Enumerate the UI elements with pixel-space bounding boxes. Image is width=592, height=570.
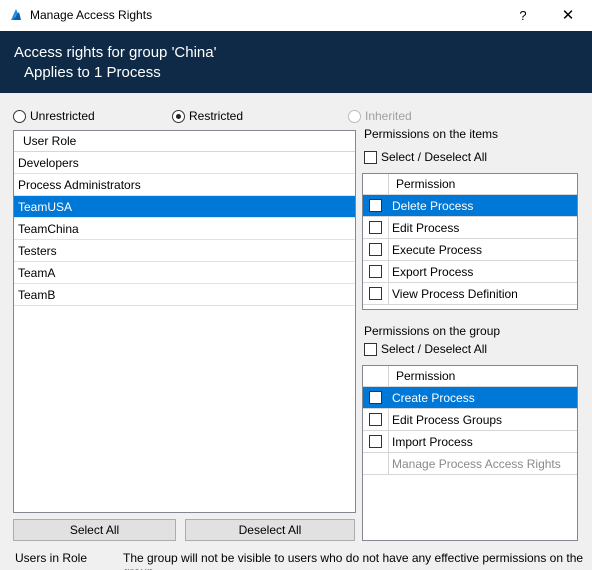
list-item[interactable]: TeamA	[14, 262, 355, 284]
header-subtitle: Applies to 1 Process	[24, 64, 161, 81]
close-icon: ✕	[561, 7, 575, 24]
permission-label: Create Process	[392, 391, 475, 405]
permission-row[interactable]: Execute Process	[363, 239, 577, 261]
close-button[interactable]: ✕	[552, 0, 584, 31]
permission-label: View Process Definition	[392, 287, 518, 301]
checkbox-icon[interactable]	[369, 265, 382, 278]
grid-header: Permission	[363, 366, 577, 387]
grid-header: Permission	[363, 174, 577, 195]
permission-row-selected[interactable]: Delete Process	[363, 195, 577, 217]
checkbox-icon[interactable]	[369, 435, 382, 448]
app-logo-icon	[11, 9, 21, 20]
group-permissions-grid[interactable]: Permission Create Process Edit Process G…	[362, 365, 578, 541]
visibility-notice: The group will not be visible to users w…	[123, 551, 584, 570]
permission-row[interactable]: View Process Definition	[363, 283, 577, 305]
checkbox-icon[interactable]	[369, 243, 382, 256]
permission-row[interactable]: Import Process	[363, 431, 577, 453]
deselect-all-button[interactable]: Deselect All	[185, 519, 355, 541]
title-bar: Manage Access Rights ? ✕	[0, 0, 592, 31]
checkbox-icon[interactable]	[369, 413, 382, 426]
header-title: Access rights for group 'China'	[14, 44, 217, 61]
checkbox-icon	[364, 150, 377, 164]
checkbox-icon[interactable]	[369, 391, 382, 404]
item-permissions-label: Permissions on the items	[364, 127, 499, 141]
checkbox-icon[interactable]	[369, 221, 382, 234]
list-column-header[interactable]: User Role	[14, 131, 355, 152]
list-item[interactable]: Process Administrators	[14, 174, 355, 196]
checkbox-icon	[364, 342, 377, 356]
item-permissions-grid[interactable]: Permission Delete Process Edit Process E…	[362, 173, 578, 310]
permission-row[interactable]: Export Process	[363, 261, 577, 283]
header-banner: Access rights for group 'China' Applies …	[0, 31, 592, 93]
list-item[interactable]: TeamB	[14, 284, 355, 306]
radio-label: Inherited	[365, 109, 412, 123]
checkbox-label: Select / Deselect All	[381, 342, 488, 356]
permission-row-disabled: Manage Process Access Rights	[363, 453, 577, 475]
user-role-list[interactable]: User Role Developers Process Administrat…	[13, 130, 356, 513]
select-all-button[interactable]: Select All	[13, 519, 176, 541]
window-title: Manage Access Rights	[30, 8, 153, 22]
help-button[interactable]: ?	[508, 0, 538, 31]
radio-unrestricted[interactable]: Unrestricted	[13, 109, 95, 123]
users-in-role-label: Users in Role	[15, 551, 88, 565]
checkbox-label: Select / Deselect All	[381, 150, 488, 164]
radio-checked-icon	[172, 109, 185, 123]
list-item[interactable]: Developers	[14, 152, 355, 174]
permission-label: Edit Process Groups	[392, 413, 503, 427]
group-select-deselect-checkbox[interactable]: Select / Deselect All	[364, 342, 487, 356]
checkbox-icon[interactable]	[369, 287, 382, 300]
group-permissions-label: Permissions on the group	[364, 324, 501, 338]
radio-inherited: Inherited	[348, 109, 412, 123]
radio-label: Unrestricted	[30, 109, 95, 123]
permission-row[interactable]: Edit Process	[363, 217, 577, 239]
permission-label: Import Process	[392, 435, 473, 449]
permission-label: Edit Process	[392, 221, 460, 235]
radio-circle-icon	[348, 109, 361, 123]
grid-column-header[interactable]: Permission	[389, 174, 455, 194]
list-item-selected[interactable]: TeamUSA	[14, 196, 355, 218]
item-select-deselect-checkbox[interactable]: Select / Deselect All	[364, 150, 487, 164]
radio-restricted[interactable]: Restricted	[172, 109, 243, 123]
grid-column-header[interactable]: Permission	[389, 366, 455, 386]
checkbox-icon[interactable]	[369, 199, 382, 212]
permission-label: Execute Process	[392, 243, 483, 257]
permission-label: Manage Process Access Rights	[392, 457, 561, 471]
permission-row-selected[interactable]: Create Process	[363, 387, 577, 409]
list-item[interactable]: TeamChina	[14, 218, 355, 240]
list-item[interactable]: Testers	[14, 240, 355, 262]
permission-label: Export Process	[392, 265, 474, 279]
permission-label: Delete Process	[392, 199, 474, 213]
permission-row[interactable]: Edit Process Groups	[363, 409, 577, 431]
radio-circle-icon	[13, 109, 26, 123]
radio-label: Restricted	[189, 109, 244, 123]
